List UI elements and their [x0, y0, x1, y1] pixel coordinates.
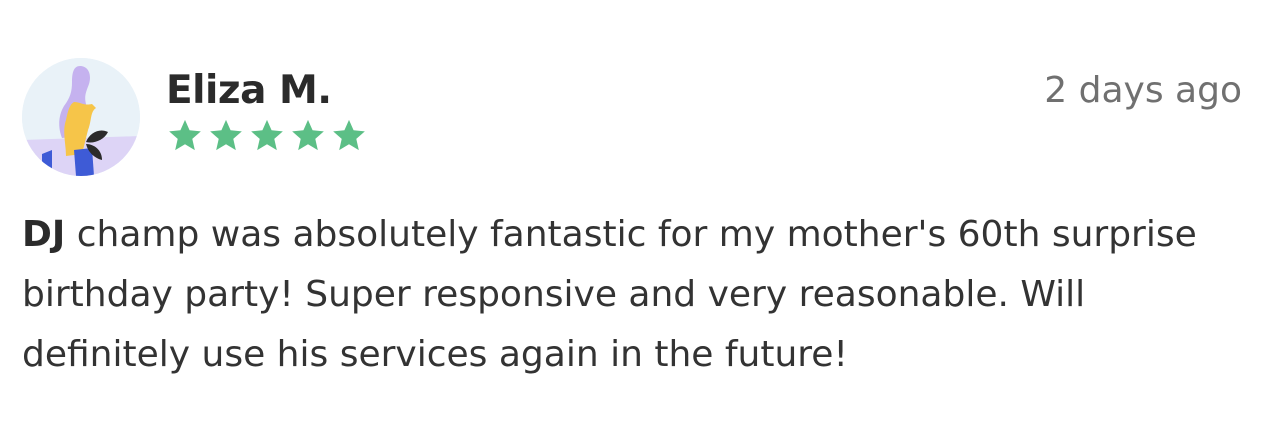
star-icon: [210, 119, 242, 151]
star-icon: [251, 119, 283, 151]
avatar: [22, 58, 140, 176]
review-card: Eliza M. 2 days ago DJ champ was absolut…: [0, 0, 1262, 423]
star-icon: [333, 119, 365, 151]
review-body-emphasis: DJ: [22, 214, 66, 255]
reviewer-name: Eliza M.: [166, 68, 332, 113]
star-icon: [292, 119, 324, 151]
avatar-illustration-icon: [22, 58, 140, 176]
star-icon: [169, 119, 201, 151]
review-timestamp: 2 days ago: [1044, 70, 1242, 111]
star-rating: [166, 117, 368, 155]
review-body: DJ champ was absolutely fantastic for my…: [22, 205, 1252, 385]
review-body-text: champ was absolutely fantastic for my mo…: [22, 214, 1197, 375]
